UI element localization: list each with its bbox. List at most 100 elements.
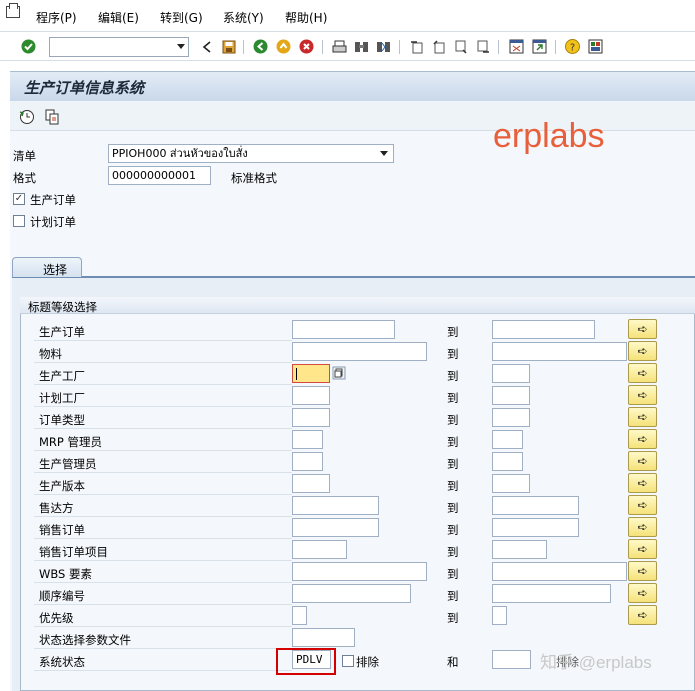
arrow-right-icon: ➪ xyxy=(637,498,648,512)
production-supervisor-to[interactable] xyxy=(492,452,523,471)
menu-edit[interactable]: 编辑(E) xyxy=(98,9,139,26)
group-title-bar: 标题等级选择 xyxy=(20,297,695,314)
prev-page-icon[interactable] xyxy=(430,38,447,55)
row-label: 生产订单 xyxy=(39,325,85,339)
multiple-selection-button[interactable]: ➪ xyxy=(628,539,657,559)
back-icon[interactable] xyxy=(198,38,215,55)
status-profile-input[interactable] xyxy=(292,628,355,647)
multiple-selection-button[interactable]: ➪ xyxy=(628,319,657,339)
row-label: 计划工厂 xyxy=(39,391,85,405)
production-order-label: 生产订单 xyxy=(30,193,76,207)
multiple-selection-button[interactable]: ➪ xyxy=(628,385,657,405)
multiple-selection-button[interactable]: ➪ xyxy=(628,363,657,383)
execute-icon[interactable] xyxy=(19,109,35,125)
menu-system[interactable]: 系统(Y) xyxy=(223,9,264,26)
exclude-checkbox[interactable] xyxy=(342,655,354,667)
next-page-icon[interactable] xyxy=(452,38,469,55)
production-order-to[interactable] xyxy=(492,320,595,339)
row-label: 物料 xyxy=(39,347,62,361)
wbs-element-from[interactable] xyxy=(292,562,427,581)
production-version-from[interactable] xyxy=(292,474,330,493)
mrp-controller-to[interactable] xyxy=(492,430,523,449)
search-help-icon[interactable] xyxy=(332,366,346,380)
chevron-down-icon[interactable] xyxy=(177,44,185,49)
watermark-footer: 知乎 @erplabs xyxy=(540,653,652,672)
production-order-checkbox[interactable]: ✓ xyxy=(13,193,25,205)
format-input[interactable]: 000000000001 xyxy=(108,166,211,185)
planned-order-checkbox[interactable] xyxy=(13,215,25,227)
material-from[interactable] xyxy=(292,342,427,361)
multiple-selection-button[interactable]: ➪ xyxy=(628,495,657,515)
production-plant-from[interactable] xyxy=(292,364,330,383)
wbs-element-to[interactable] xyxy=(492,562,627,581)
production-version-to[interactable] xyxy=(492,474,530,493)
list-value: PPIOH000 ส่วนหัวของใบสั่ง xyxy=(112,147,248,160)
production-supervisor-from[interactable] xyxy=(292,452,323,471)
list-dropdown[interactable]: PPIOH000 ส่วนหัวของใบสั่ง xyxy=(108,144,394,163)
find-next-icon[interactable] xyxy=(375,38,392,55)
planning-plant-to[interactable] xyxy=(492,386,530,405)
menu-help[interactable]: 帮助(H) xyxy=(285,9,327,26)
arrow-right-icon: ➪ xyxy=(637,564,648,578)
sequence-number-to[interactable] xyxy=(492,584,611,603)
multiple-selection-button[interactable]: ➪ xyxy=(628,605,657,625)
save-icon[interactable] xyxy=(220,38,237,55)
sold-to-party-to[interactable] xyxy=(492,496,579,515)
to-label: 到 xyxy=(447,479,459,493)
layout-icon[interactable] xyxy=(587,38,604,55)
command-field[interactable] xyxy=(49,37,189,57)
sales-order-from[interactable] xyxy=(292,518,379,537)
list-label: 清单 xyxy=(13,149,36,163)
multiple-selection-button[interactable]: ➪ xyxy=(628,451,657,471)
help-icon[interactable]: ? xyxy=(564,38,581,55)
print-icon[interactable] xyxy=(331,38,348,55)
row-label: WBS 要素 xyxy=(39,567,93,581)
priority-to[interactable] xyxy=(492,606,507,625)
order-type-from[interactable] xyxy=(292,408,330,427)
sequence-number-from[interactable] xyxy=(292,584,411,603)
priority-from[interactable] xyxy=(292,606,307,625)
arrow-right-icon: ➪ xyxy=(637,586,648,600)
find-icon[interactable] xyxy=(353,38,370,55)
menubar: 程序(P) 编辑(E) 转到(G) 系统(Y) 帮助(H) xyxy=(0,0,695,32)
to-label: 到 xyxy=(447,347,459,361)
multiple-selection-button[interactable]: ➪ xyxy=(628,583,657,603)
system-status-and-input[interactable] xyxy=(492,650,531,669)
green-back-icon[interactable] xyxy=(252,38,269,55)
sold-to-party-from[interactable] xyxy=(292,496,379,515)
first-page-icon[interactable] xyxy=(408,38,425,55)
exit-icon[interactable] xyxy=(275,38,292,55)
arrow-right-icon: ➪ xyxy=(637,344,648,358)
planning-plant-from[interactable] xyxy=(292,386,330,405)
chevron-down-icon[interactable] xyxy=(380,151,388,156)
multiple-selection-button[interactable]: ➪ xyxy=(628,517,657,537)
production-order-from[interactable] xyxy=(292,320,395,339)
menu-program[interactable]: 程序(P) xyxy=(36,9,77,26)
row-label: 销售订单项目 xyxy=(39,545,108,559)
row-label: 顺序编号 xyxy=(39,589,85,603)
order-type-to[interactable] xyxy=(492,408,530,427)
multiple-selection-button[interactable]: ➪ xyxy=(628,341,657,361)
multiple-selection-button[interactable]: ➪ xyxy=(628,473,657,493)
to-label: 到 xyxy=(447,567,459,581)
row-label: MRP 管理员 xyxy=(39,435,103,449)
multiple-selection-button[interactable]: ➪ xyxy=(628,561,657,581)
production-plant-to[interactable] xyxy=(492,364,530,383)
sales-order-to[interactable] xyxy=(492,518,579,537)
shortcut-icon[interactable] xyxy=(531,38,548,55)
menu-goto[interactable]: 转到(G) xyxy=(160,9,203,26)
new-session-icon[interactable] xyxy=(508,38,525,55)
tab-selection[interactable]: 选择 xyxy=(12,257,82,277)
sales-order-item-to[interactable] xyxy=(492,540,547,559)
app-menu-icon[interactable] xyxy=(6,3,20,18)
mrp-controller-from[interactable] xyxy=(292,430,323,449)
variant-icon[interactable] xyxy=(44,109,60,125)
multiple-selection-button[interactable]: ➪ xyxy=(628,407,657,427)
sales-order-item-from[interactable] xyxy=(292,540,347,559)
last-page-icon[interactable] xyxy=(474,38,491,55)
row-label: 售达方 xyxy=(39,501,74,515)
check-icon[interactable] xyxy=(20,38,37,55)
material-to[interactable] xyxy=(492,342,627,361)
multiple-selection-button[interactable]: ➪ xyxy=(628,429,657,449)
cancel-icon[interactable] xyxy=(298,38,315,55)
